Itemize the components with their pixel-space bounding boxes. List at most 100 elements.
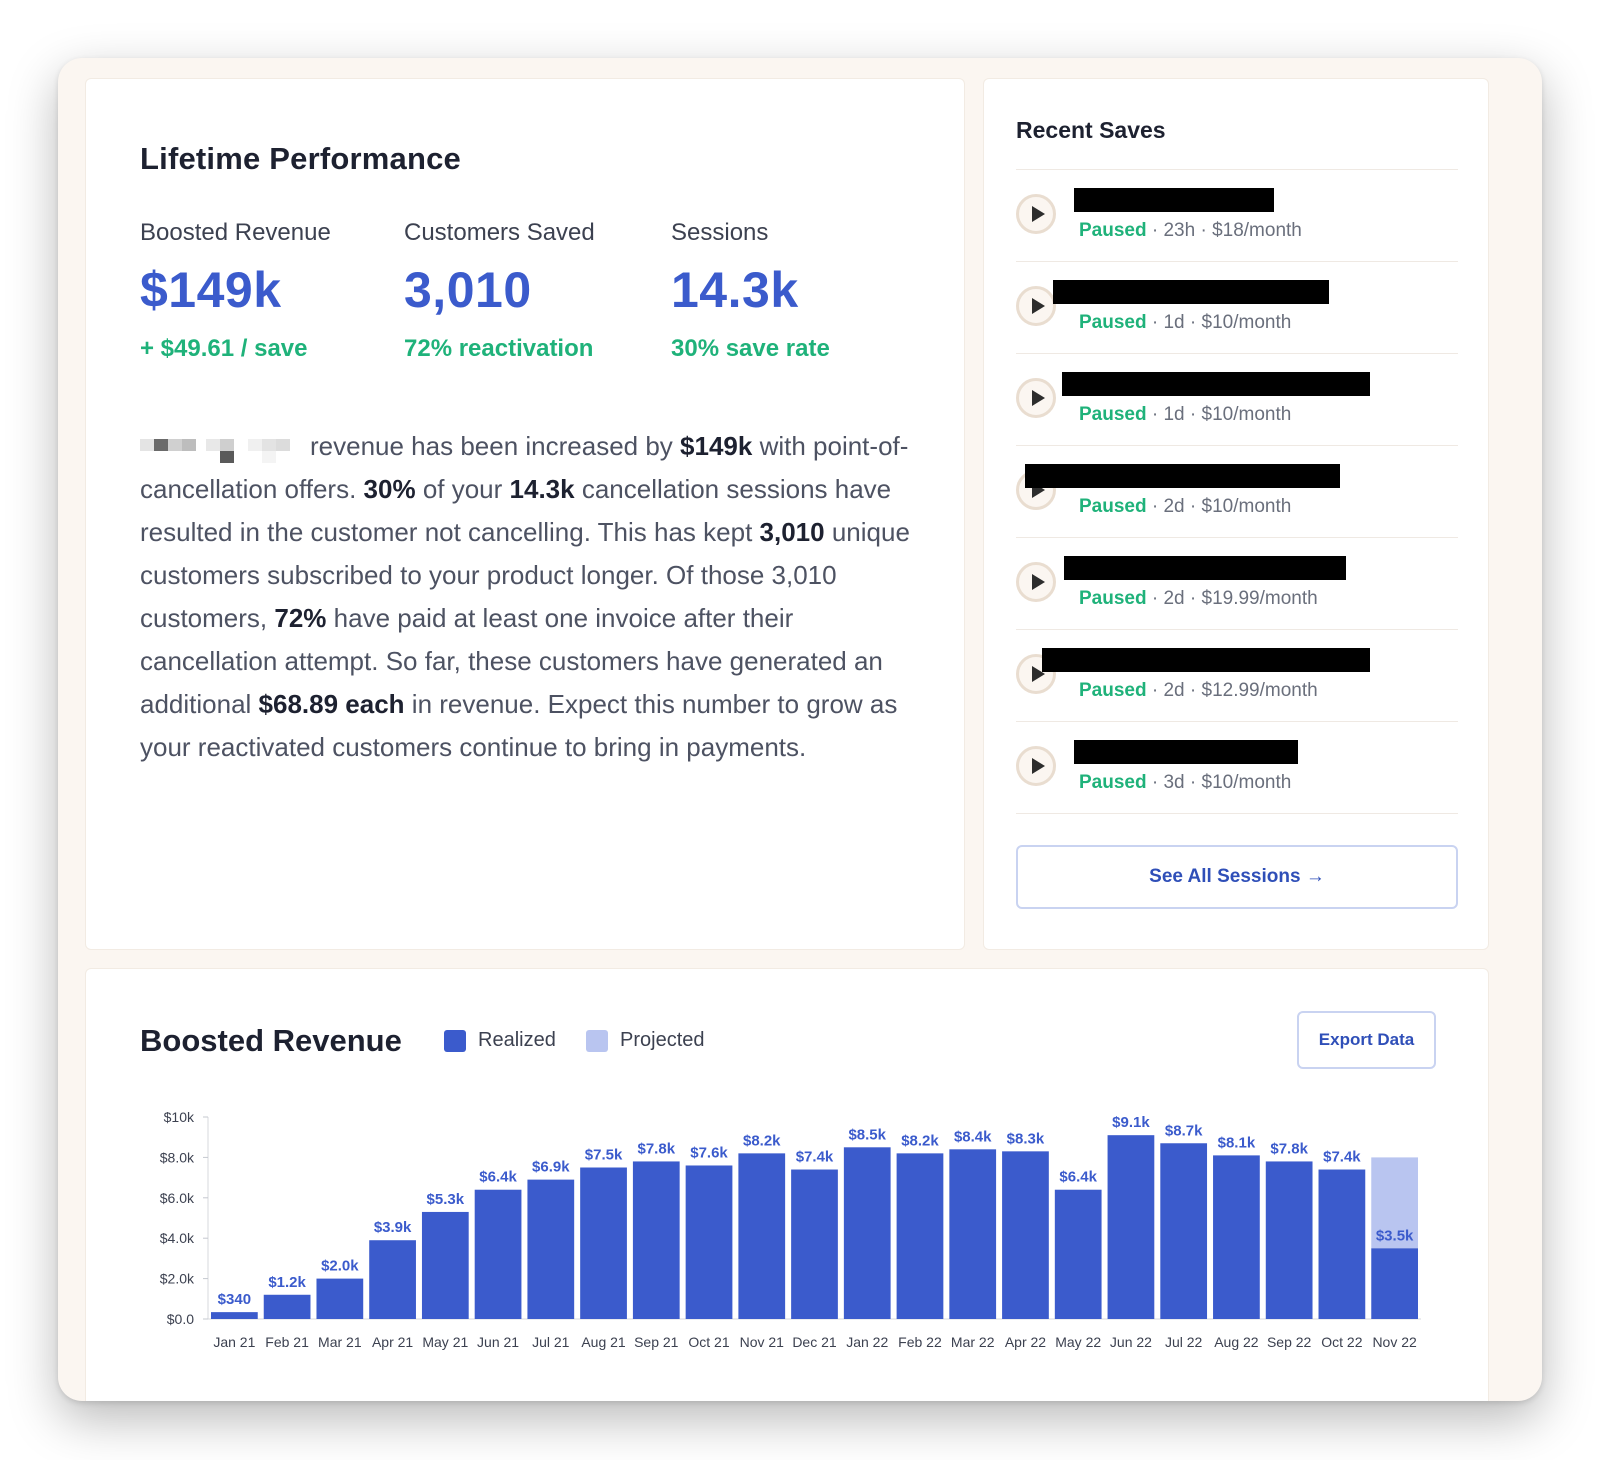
save-meta: Paused · 1d · $10/month bbox=[1079, 312, 1292, 333]
bar-data-label: $6.4k bbox=[1059, 1169, 1097, 1186]
metric-value: 14.3k bbox=[671, 262, 799, 318]
bar-data-label: $6.9k bbox=[532, 1159, 570, 1176]
y-tick-label: $10k bbox=[164, 1109, 195, 1125]
bar-data-label: $6.4k bbox=[479, 1169, 517, 1186]
y-tick-label: $6.0k bbox=[160, 1190, 195, 1206]
play-icon[interactable] bbox=[1016, 562, 1056, 602]
y-tick-label: $0.0 bbox=[167, 1311, 194, 1327]
play-icon[interactable] bbox=[1016, 194, 1056, 234]
bar-realized bbox=[1002, 1151, 1049, 1319]
x-tick-label: Sep 22 bbox=[1267, 1334, 1312, 1350]
bar-data-label: $7.4k bbox=[796, 1149, 834, 1166]
list-item[interactable]: Paused · 1d · $10/month bbox=[1016, 262, 1458, 354]
x-tick-label: Apr 21 bbox=[372, 1334, 413, 1350]
bar-data-label: $7.8k bbox=[638, 1140, 676, 1157]
bar-realized bbox=[211, 1312, 258, 1319]
lifetime-performance-title: Lifetime Performance bbox=[140, 141, 461, 176]
recent-saves-list: Paused · 23h · $18/month Paused · 1d · $… bbox=[1016, 169, 1458, 814]
metric-customers-saved: Customers Saved 3,010 72% reactivation bbox=[404, 219, 595, 363]
x-tick-label: Nov 21 bbox=[740, 1334, 785, 1350]
x-tick-label: Jun 21 bbox=[477, 1334, 519, 1350]
list-item[interactable]: Paused · 2d · $12.99/month bbox=[1016, 630, 1458, 722]
summary-highlight: $68.89 each bbox=[258, 689, 405, 719]
x-tick-label: Feb 21 bbox=[265, 1334, 309, 1350]
performance-summary: revenue has been increased by $149k with… bbox=[140, 425, 920, 769]
list-item[interactable]: Paused · 3d · $10/month bbox=[1016, 722, 1458, 814]
bar-realized bbox=[896, 1153, 944, 1319]
bar-realized bbox=[791, 1169, 838, 1319]
redacted-customer-name bbox=[1062, 372, 1370, 396]
bar-data-label: $8.1k bbox=[1218, 1134, 1256, 1151]
bar-realized bbox=[421, 1211, 469, 1319]
metric-label: Boosted Revenue bbox=[140, 219, 331, 246]
summary-highlight: 72% bbox=[274, 603, 327, 633]
bar-data-label: $7.8k bbox=[1270, 1140, 1308, 1157]
pixelated-company-name bbox=[140, 433, 202, 463]
redacted-customer-name bbox=[1042, 648, 1370, 672]
bar-data-label: $7.5k bbox=[585, 1147, 623, 1164]
redacted-customer-name bbox=[1074, 740, 1298, 764]
see-all-sessions-button[interactable]: See All Sessions → bbox=[1016, 845, 1458, 909]
bar-realized bbox=[580, 1167, 627, 1319]
bar-realized bbox=[949, 1149, 997, 1319]
x-tick-label: Nov 22 bbox=[1372, 1334, 1417, 1350]
y-tick-label: $4.0k bbox=[160, 1230, 195, 1246]
boosted-revenue-chart-card: Boosted Revenue Realized Projected Expor… bbox=[85, 968, 1489, 1401]
bar-realized bbox=[1371, 1248, 1418, 1319]
x-tick-label: Oct 22 bbox=[1321, 1334, 1362, 1350]
summary-highlight: 3,010 bbox=[759, 517, 825, 547]
bar-data-label: $3.5k bbox=[1376, 1227, 1414, 1244]
bar-data-label: $5.3k bbox=[427, 1191, 465, 1208]
play-icon[interactable] bbox=[1016, 746, 1056, 786]
lifetime-performance-card: Lifetime Performance Boosted Revenue $14… bbox=[85, 78, 965, 950]
x-tick-label: Feb 22 bbox=[898, 1334, 942, 1350]
bar-data-label: $8.2k bbox=[901, 1132, 939, 1149]
list-item[interactable]: Paused · 1d · $10/month bbox=[1016, 354, 1458, 446]
bar-realized bbox=[474, 1189, 522, 1319]
x-tick-label: May 22 bbox=[1055, 1334, 1101, 1350]
redacted-customer-name bbox=[1074, 188, 1274, 212]
bar-data-label: $8.7k bbox=[1165, 1122, 1203, 1139]
list-item[interactable]: Paused · 23h · $18/month bbox=[1016, 170, 1458, 262]
bar-data-label: $3.9k bbox=[374, 1219, 412, 1236]
list-item[interactable]: Paused · 2d · $10/month bbox=[1016, 446, 1458, 538]
play-icon[interactable] bbox=[1016, 378, 1056, 418]
summary-highlight: 14.3k bbox=[509, 474, 575, 504]
bar-realized bbox=[1213, 1155, 1260, 1319]
bar-data-label: $8.3k bbox=[1007, 1130, 1045, 1147]
list-item[interactable]: Paused · 2d · $19.99/month bbox=[1016, 538, 1458, 630]
bar-realized bbox=[1318, 1169, 1366, 1319]
bar-realized bbox=[738, 1153, 786, 1319]
x-tick-label: Jan 21 bbox=[213, 1334, 255, 1350]
y-tick-label: $8.0k bbox=[160, 1149, 195, 1165]
metric-label: Sessions bbox=[671, 219, 769, 246]
x-tick-label: Jul 22 bbox=[1165, 1334, 1203, 1350]
save-meta: Paused · 2d · $12.99/month bbox=[1079, 680, 1318, 701]
x-tick-label: Jun 22 bbox=[1110, 1334, 1152, 1350]
x-tick-label: Oct 21 bbox=[688, 1334, 729, 1350]
x-tick-label: Mar 21 bbox=[318, 1334, 362, 1350]
bar-data-label: $340 bbox=[218, 1291, 251, 1308]
save-meta: Paused · 3d · $10/month bbox=[1079, 772, 1292, 793]
play-icon[interactable] bbox=[1016, 286, 1056, 326]
x-tick-label: Dec 21 bbox=[792, 1334, 837, 1350]
redacted-customer-name bbox=[1064, 556, 1346, 580]
x-tick-label: Mar 22 bbox=[951, 1334, 995, 1350]
bar-realized bbox=[527, 1179, 575, 1319]
x-tick-label: Jul 21 bbox=[532, 1334, 570, 1350]
bar-realized bbox=[369, 1240, 416, 1319]
bar-realized bbox=[1160, 1143, 1208, 1319]
bar-realized bbox=[316, 1278, 364, 1319]
bar-realized bbox=[1265, 1161, 1313, 1319]
recent-saves-title: Recent Saves bbox=[1016, 117, 1166, 143]
bar-data-label: $2.0k bbox=[321, 1258, 359, 1275]
x-tick-label: May 21 bbox=[422, 1334, 468, 1350]
summary-highlight: 30% bbox=[363, 474, 416, 504]
recent-saves-card: Recent Saves Paused · 23h · $18/month Pa… bbox=[983, 78, 1489, 950]
bar-realized bbox=[1054, 1189, 1102, 1319]
metric-boosted-revenue: Boosted Revenue $149k + $49.61 / save bbox=[140, 219, 331, 363]
bar-data-label: $8.5k bbox=[848, 1126, 886, 1143]
x-tick-label: Aug 21 bbox=[581, 1334, 626, 1350]
redacted-customer-name bbox=[1053, 280, 1329, 304]
bar-data-label: $7.6k bbox=[690, 1144, 728, 1161]
